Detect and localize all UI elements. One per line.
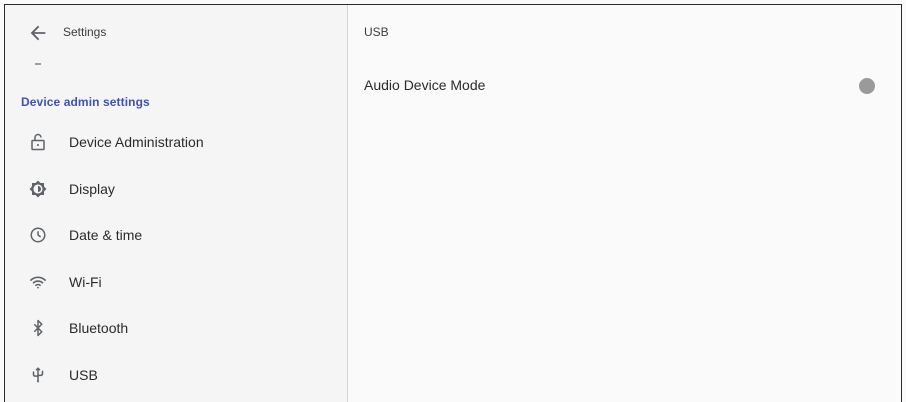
sidebar-item-label: Display <box>69 180 115 197</box>
sidebar-item-device-administration[interactable]: Device Administration <box>5 119 348 166</box>
bluetooth-icon <box>29 319 47 337</box>
sidebar-item-display[interactable]: Display <box>5 166 348 213</box>
nav-header: Settings <box>5 5 348 59</box>
audio-device-mode-row[interactable]: Audio Device Mode <box>349 65 901 109</box>
sidebar-item-usb[interactable]: USB <box>5 352 348 399</box>
brightness-icon <box>29 180 47 198</box>
usb-icon <box>29 366 47 384</box>
sidebar-item-label: Wi-Fi <box>69 273 102 290</box>
usb-settings-pane: USB Audio Device Mode <box>349 5 901 402</box>
arrow-left-icon[interactable] <box>27 22 49 44</box>
sidebar-item-label: Date & time <box>69 227 143 244</box>
audio-device-mode-toggle[interactable] <box>859 78 875 94</box>
sidebar-item-label: USB <box>69 366 98 383</box>
clock-icon <box>29 226 47 244</box>
page-title: USB <box>364 25 389 39</box>
sidebar-item-wifi[interactable]: Wi-Fi <box>5 259 348 306</box>
unlock-icon <box>29 133 47 151</box>
preference-label: Audio Device Mode <box>364 77 486 93</box>
sidebar-item-bluetooth[interactable]: Bluetooth <box>5 305 348 352</box>
sidebar-item-label: Bluetooth <box>69 320 129 337</box>
sidebar-item-label: Device Administration <box>69 134 204 151</box>
wifi-icon <box>29 273 47 291</box>
section-title: Device admin settings <box>21 95 150 109</box>
settings-nav-pane: Settings Device admin settings Device Ad… <box>5 5 348 402</box>
app-window: Settings Device admin settings Device Ad… <box>4 4 902 402</box>
settings-menu: Device Administration Display Date & tim… <box>5 119 348 398</box>
scroll-indicator <box>35 63 41 65</box>
sidebar-item-date-time[interactable]: Date & time <box>5 212 348 259</box>
nav-title: Settings <box>63 25 107 39</box>
